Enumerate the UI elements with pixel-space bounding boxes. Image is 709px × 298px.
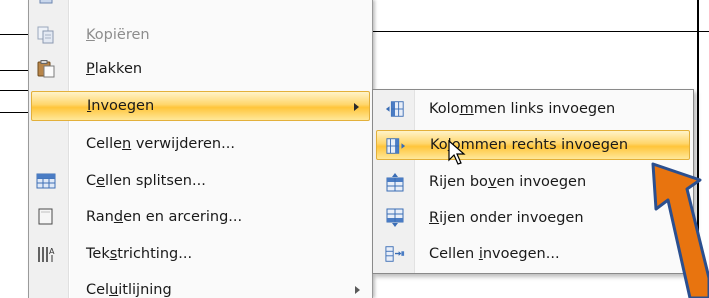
accelerator-key: m xyxy=(459,101,474,117)
table-line xyxy=(0,112,28,113)
copy-icon xyxy=(36,26,56,44)
text-direction-icon: A xyxy=(36,245,56,263)
accelerator-key: n xyxy=(122,136,132,152)
menu-item-kopieren[interactable]: Kopiëren xyxy=(31,20,370,50)
menu-item-plakken[interactable]: Plakken xyxy=(31,54,370,84)
accelerator-key: v xyxy=(487,174,497,190)
annotation-arrow-icon xyxy=(651,162,709,298)
accelerator-key: R xyxy=(429,210,440,226)
cut-icon xyxy=(36,0,56,6)
submenu-arrow-icon xyxy=(355,286,360,294)
svg-text:A: A xyxy=(49,247,55,256)
table-line xyxy=(0,90,28,91)
menu-item-cellen-verwijderen[interactable]: Cellen verwijderen... xyxy=(31,129,370,159)
accelerator-key: P xyxy=(86,61,95,77)
table-line xyxy=(0,34,28,35)
insert-rows-below-icon xyxy=(385,208,405,227)
insert-rows-above-icon xyxy=(385,173,405,192)
submenu-item-kolommen-links[interactable]: Kolommen links invoegen xyxy=(376,94,690,124)
menu-item-label: lakken xyxy=(94,61,143,77)
accelerator-key: e xyxy=(96,173,106,189)
menu-item-label: nvoegen xyxy=(91,98,155,114)
menu-item-celuitlijning[interactable]: Celuitlijning xyxy=(31,275,370,298)
accelerator-key: u xyxy=(109,282,119,298)
table-line xyxy=(0,70,28,71)
menu-item-invoegen[interactable]: Invoegen xyxy=(31,91,370,121)
menu-item-partial[interactable] xyxy=(31,0,370,12)
insert-columns-right-icon xyxy=(386,137,406,155)
menu-item-tekstrichting[interactable]: A Tekstrichting... xyxy=(31,239,370,269)
mouse-pointer-icon xyxy=(448,140,466,165)
accelerator-key: K xyxy=(86,27,95,43)
accelerator-key: d xyxy=(113,209,124,225)
insert-columns-left-icon xyxy=(385,100,405,118)
menu-item-label: opiëren xyxy=(94,27,150,43)
insert-cells-icon xyxy=(385,245,405,263)
paste-icon xyxy=(36,60,56,78)
submenu-item-kolommen-rechts[interactable]: Kolommen rechts invoegen xyxy=(376,130,690,160)
menu-item-randen-en-arcering[interactable]: Randen en arcering... xyxy=(31,202,370,232)
split-cells-icon xyxy=(36,172,56,190)
context-menu: Kopiëren Plakken Invoegen Cellen verwijd… xyxy=(28,0,373,298)
menu-item-cellen-splitsen[interactable]: Cellen splitsen... xyxy=(31,166,370,196)
table-line xyxy=(372,31,709,32)
borders-shading-icon xyxy=(36,208,56,226)
submenu-arrow-icon xyxy=(354,103,359,111)
